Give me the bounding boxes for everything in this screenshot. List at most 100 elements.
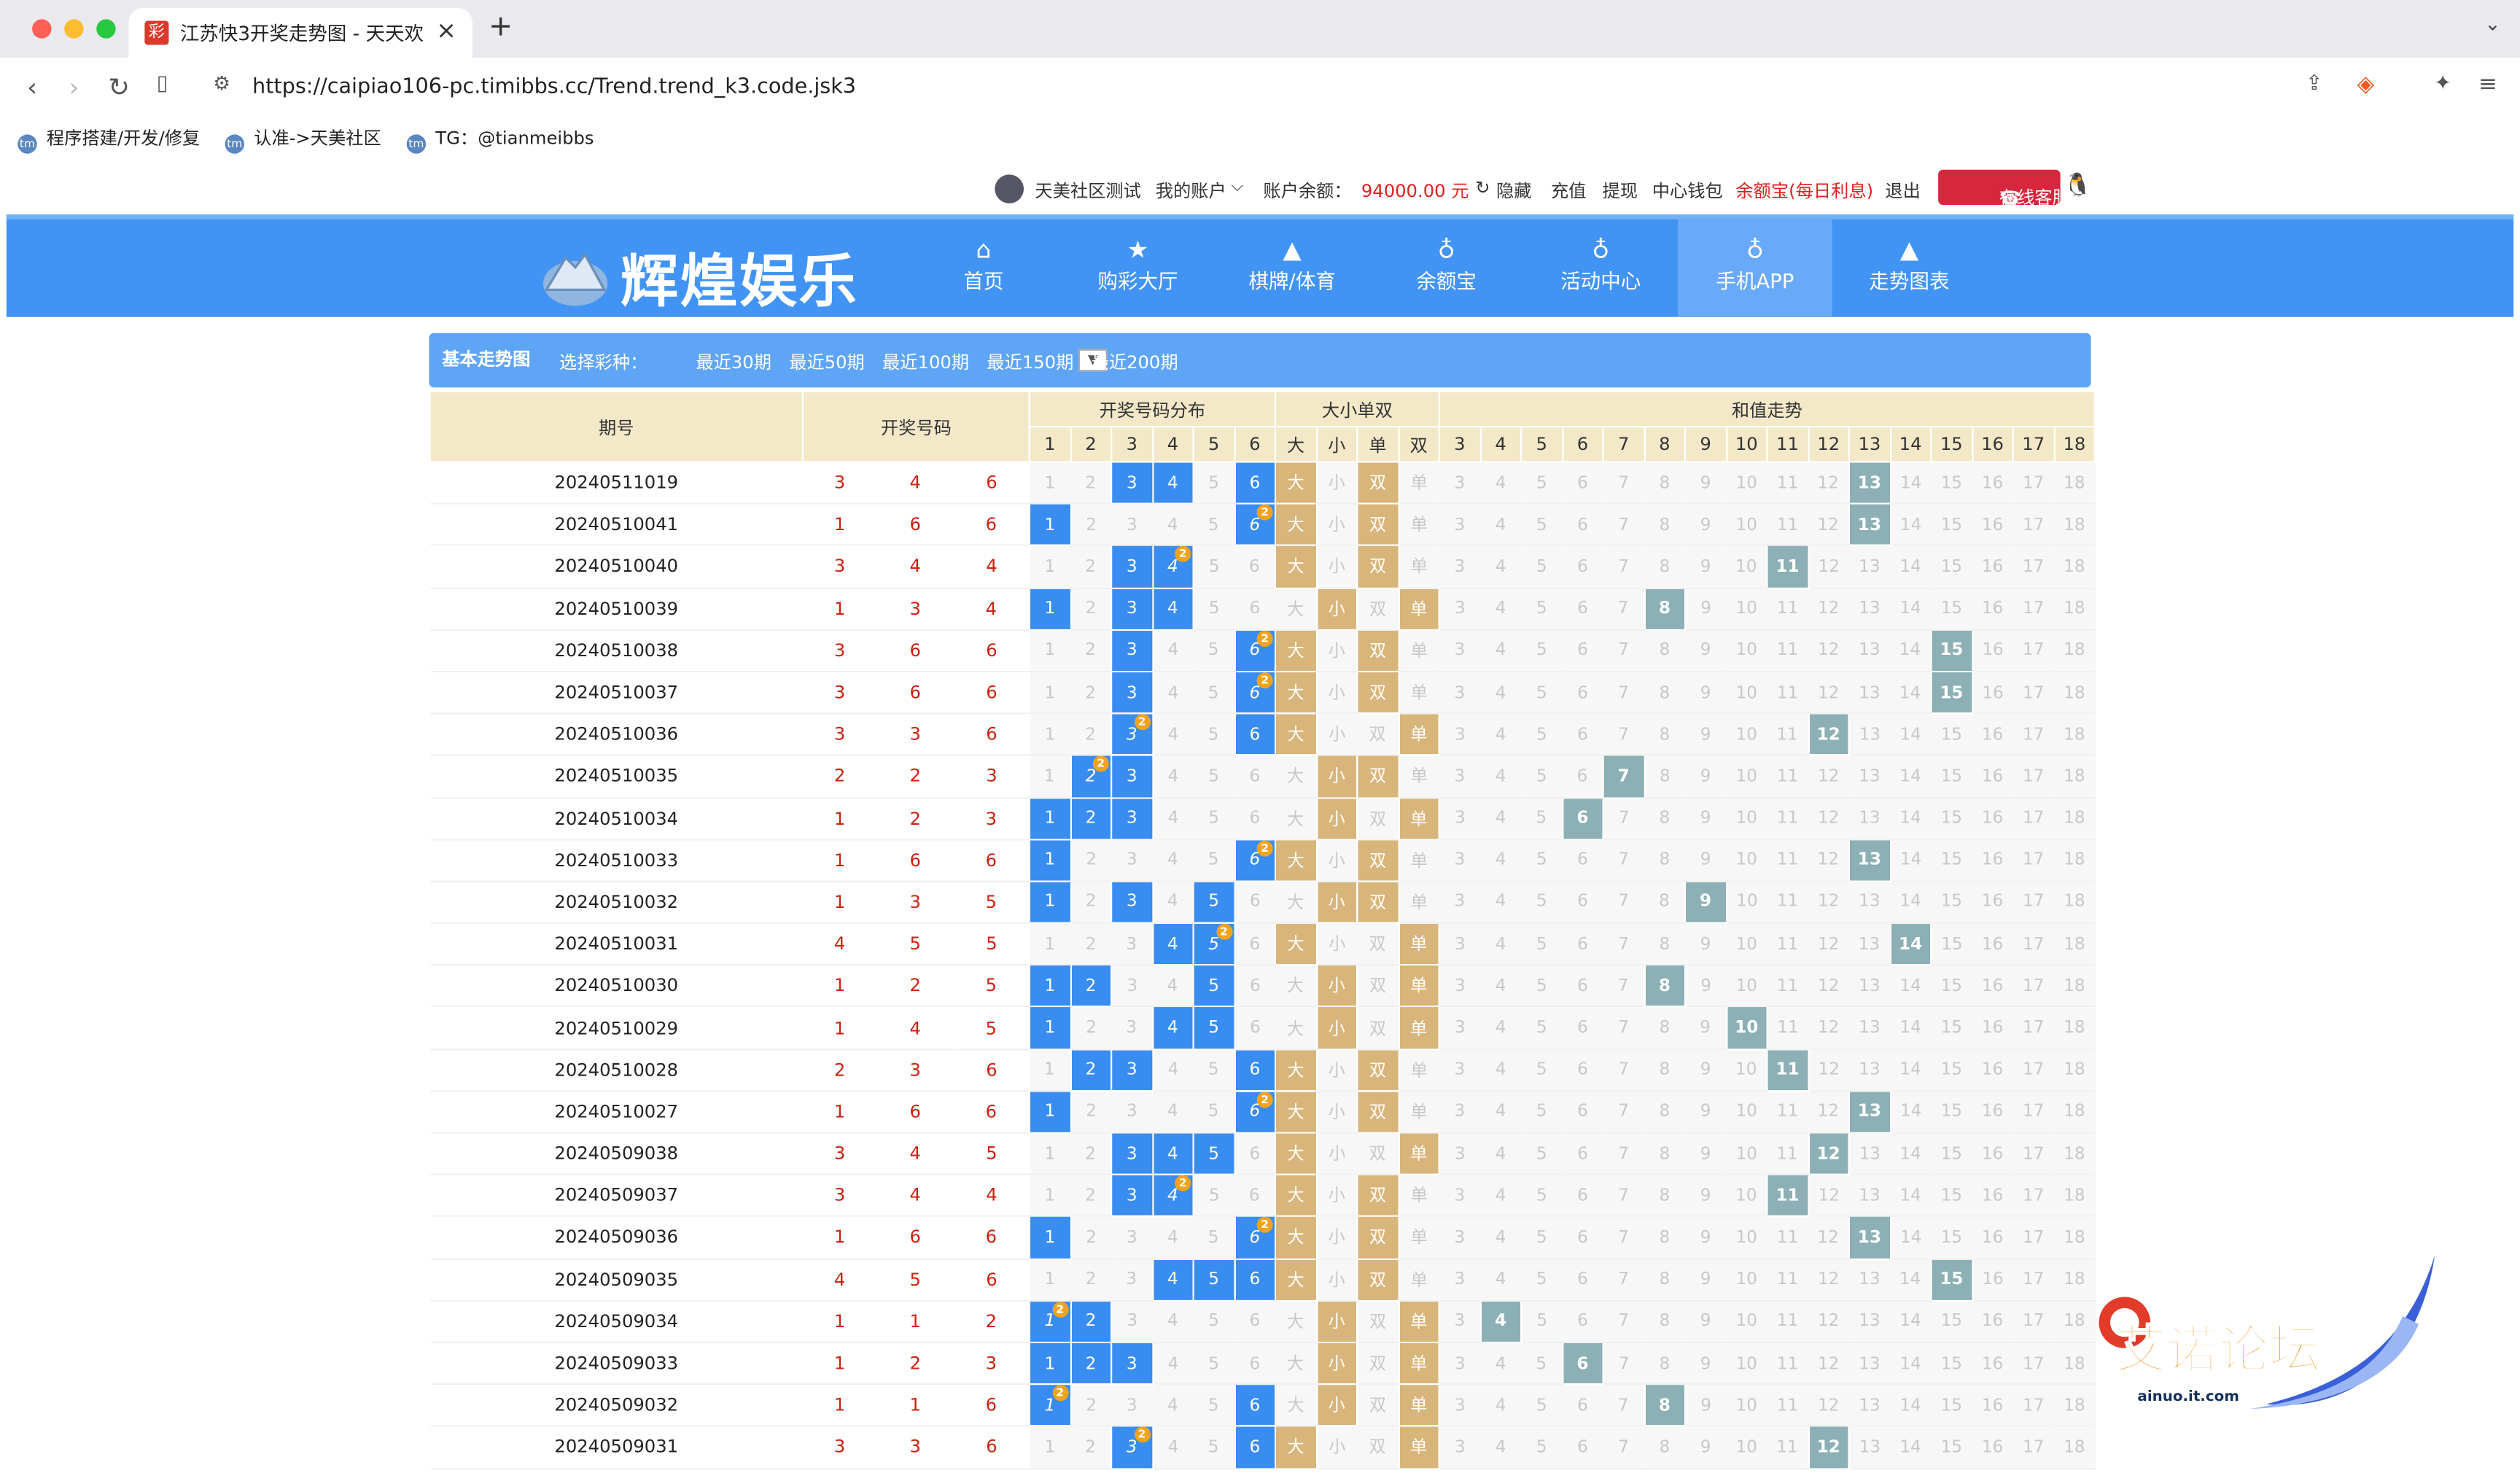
bs-cell: 小	[1315, 796, 1358, 841]
share-icon[interactable]: ⇪	[2298, 72, 2330, 96]
nav-lottery-hall[interactable]: ★ 购彩大厅	[1061, 219, 1216, 317]
username[interactable]: 天美社区测试	[1035, 178, 1140, 203]
bs-cell: 大	[1275, 1006, 1317, 1050]
repeat-count-badge: 2	[1051, 1385, 1068, 1402]
dist-cell: 1	[1029, 671, 1070, 715]
sum-header: 15	[1930, 426, 1973, 463]
repeat-count-badge: 2	[1256, 505, 1273, 521]
avatar[interactable]	[995, 174, 1024, 203]
range-200[interactable]: 最近200期	[1092, 349, 1178, 375]
reload-icon[interactable]: ↻	[103, 72, 135, 103]
wallet-link[interactable]: 中心钱包	[1652, 178, 1723, 203]
recharge-link[interactable]: 充值	[1551, 178, 1586, 203]
sum-cell: 16	[1972, 1384, 2013, 1428]
refresh-icon[interactable]: ↻	[1475, 178, 1490, 199]
sum-cell: 15	[1931, 1090, 1972, 1134]
dist-cell: 3	[1111, 1258, 1153, 1302]
sum-cell: 9	[1684, 1132, 1727, 1176]
bs-cell: 双	[1356, 670, 1399, 715]
range-30[interactable]: 最近30期	[696, 349, 771, 375]
sum-cell: 8	[1644, 713, 1685, 757]
hide-link[interactable]: 隐藏	[1496, 178, 1531, 203]
logout-link[interactable]: 退出	[1885, 178, 1920, 203]
dist-hit-cell: 2	[1069, 796, 1113, 841]
draw-number-cell: 4	[876, 462, 954, 505]
draw-number-cell: 4	[876, 1174, 954, 1218]
bs-cell: 小	[1315, 964, 1358, 1008]
sum-cell: 16	[1972, 1258, 2013, 1302]
back-icon[interactable]: ‹	[16, 72, 48, 103]
sum-cell: 12	[1808, 1090, 1849, 1134]
url-field[interactable]: https://caipiao106-pc.timibbs.cc/Trend.t…	[199, 66, 2411, 111]
minimize-window-dot[interactable]	[64, 19, 84, 39]
sum-cell: 9	[1684, 462, 1727, 505]
sum-cell: 12	[1808, 1342, 1849, 1385]
bookmark-item[interactable]: tm 认准->天美社区	[225, 125, 381, 154]
dist-hit-cell: 4	[1151, 586, 1194, 631]
nav-trend-chart[interactable]: ▲ 走势图表	[1832, 219, 1987, 317]
sum-cell: 10	[1726, 1384, 1768, 1428]
my-account-link[interactable]: 我的账户	[1156, 178, 1226, 203]
ai-sparkle-icon[interactable]: ✦	[2427, 72, 2459, 96]
withdraw-link[interactable]: 提现	[1602, 178, 1637, 203]
sum-cell: 18	[2053, 839, 2096, 882]
site-settings-icon[interactable]: ⚙	[206, 72, 238, 95]
qq-icon[interactable]: 🐧	[2064, 173, 2091, 198]
online-service-button[interactable]: ☎ 在线客服	[1938, 169, 2070, 208]
nav-chess-sports[interactable]: ▲ 棋牌/体育	[1215, 219, 1369, 317]
repeat-count-badge: 2	[1133, 714, 1151, 731]
dist-cell: 6	[1234, 1006, 1275, 1050]
bs-cell: 大	[1274, 502, 1318, 547]
sum-cell: 4	[1479, 922, 1522, 966]
sum-cell: 10	[1726, 1090, 1768, 1134]
new-tab-icon[interactable]: +	[489, 9, 513, 43]
bs-cell: 大	[1274, 629, 1318, 673]
nav-yeb[interactable]: ♁ 余额宝	[1369, 219, 1524, 317]
sum-cell: 8	[1644, 671, 1685, 715]
col-dist-header: 开奖号码分布	[1028, 390, 1277, 428]
sum-cell: 17	[2012, 1300, 2054, 1344]
sum-cell: 14	[1890, 839, 1932, 882]
dist-cell: 1	[1029, 1132, 1070, 1176]
sum-cell: 11	[1767, 797, 1808, 841]
range-150[interactable]: 最近150期	[987, 349, 1073, 375]
dist-hit-cell: 2	[1069, 964, 1113, 1008]
bs-cell: 小	[1315, 880, 1358, 925]
sum-cell: 10	[1726, 839, 1768, 882]
site-logo[interactable]: 辉煌娱乐	[537, 232, 874, 316]
sum-cell: 8	[1644, 1132, 1685, 1176]
bookmark-item[interactable]: tm 程序搭建/开发/修复	[18, 125, 200, 154]
draw-number-cell: 1	[876, 1384, 954, 1428]
range-50[interactable]: 最近50期	[789, 349, 865, 375]
dist-cell: 3	[1111, 1216, 1153, 1260]
bs-cell: 单	[1397, 1383, 1440, 1428]
sum-cell: 11	[1767, 922, 1808, 966]
sum-cell: 4	[1479, 839, 1522, 882]
close-tab-icon[interactable]: ×	[436, 16, 456, 45]
yeb-link[interactable]: 余额宝(每日利息)	[1735, 178, 1873, 203]
sum-cell: 5	[1521, 1342, 1563, 1385]
active-tab[interactable]: 彩 江苏快3开奖走势图 - 天天欢迎 ×	[128, 7, 473, 58]
period-cell: 20240511019	[429, 462, 803, 505]
forward-icon[interactable]: ›	[58, 72, 90, 103]
sum-cell: 4	[1479, 587, 1522, 631]
period-cell: 20240510032	[429, 881, 803, 925]
close-window-dot[interactable]	[32, 19, 52, 39]
maximize-window-dot[interactable]	[96, 19, 116, 39]
nav-activity-center[interactable]: ♁ 活动中心	[1523, 219, 1678, 317]
brave-shield-icon[interactable]: ◈	[2349, 72, 2381, 98]
menu-icon[interactable]: ≡	[2472, 72, 2504, 98]
sum-cell: 14	[1890, 671, 1932, 715]
bookmark-icon[interactable]: ▯	[147, 72, 179, 96]
sum-cell: 17	[2012, 922, 2054, 966]
nav-mobile-app[interactable]: ♁ 手机APP	[1678, 219, 1832, 317]
nav-home[interactable]: ⌂ 首页	[906, 219, 1061, 317]
bookmark-item[interactable]: tm TG：@tianmeibbs	[406, 125, 594, 154]
trend-table: 期号 开奖号码 开奖号码分布 大小单双 和值走势 123456大小单双34567…	[429, 390, 2096, 1469]
sum-cell: 11	[1767, 965, 1808, 1008]
range-100[interactable]: 最近100期	[882, 349, 969, 375]
tab-list-chevron-icon[interactable]: ⌄	[2484, 13, 2500, 36]
sum-cell: 10	[1726, 629, 1768, 673]
chevron-down-icon[interactable]: ⌵	[1231, 178, 1243, 195]
sum-cell: 14	[1890, 965, 1932, 1008]
